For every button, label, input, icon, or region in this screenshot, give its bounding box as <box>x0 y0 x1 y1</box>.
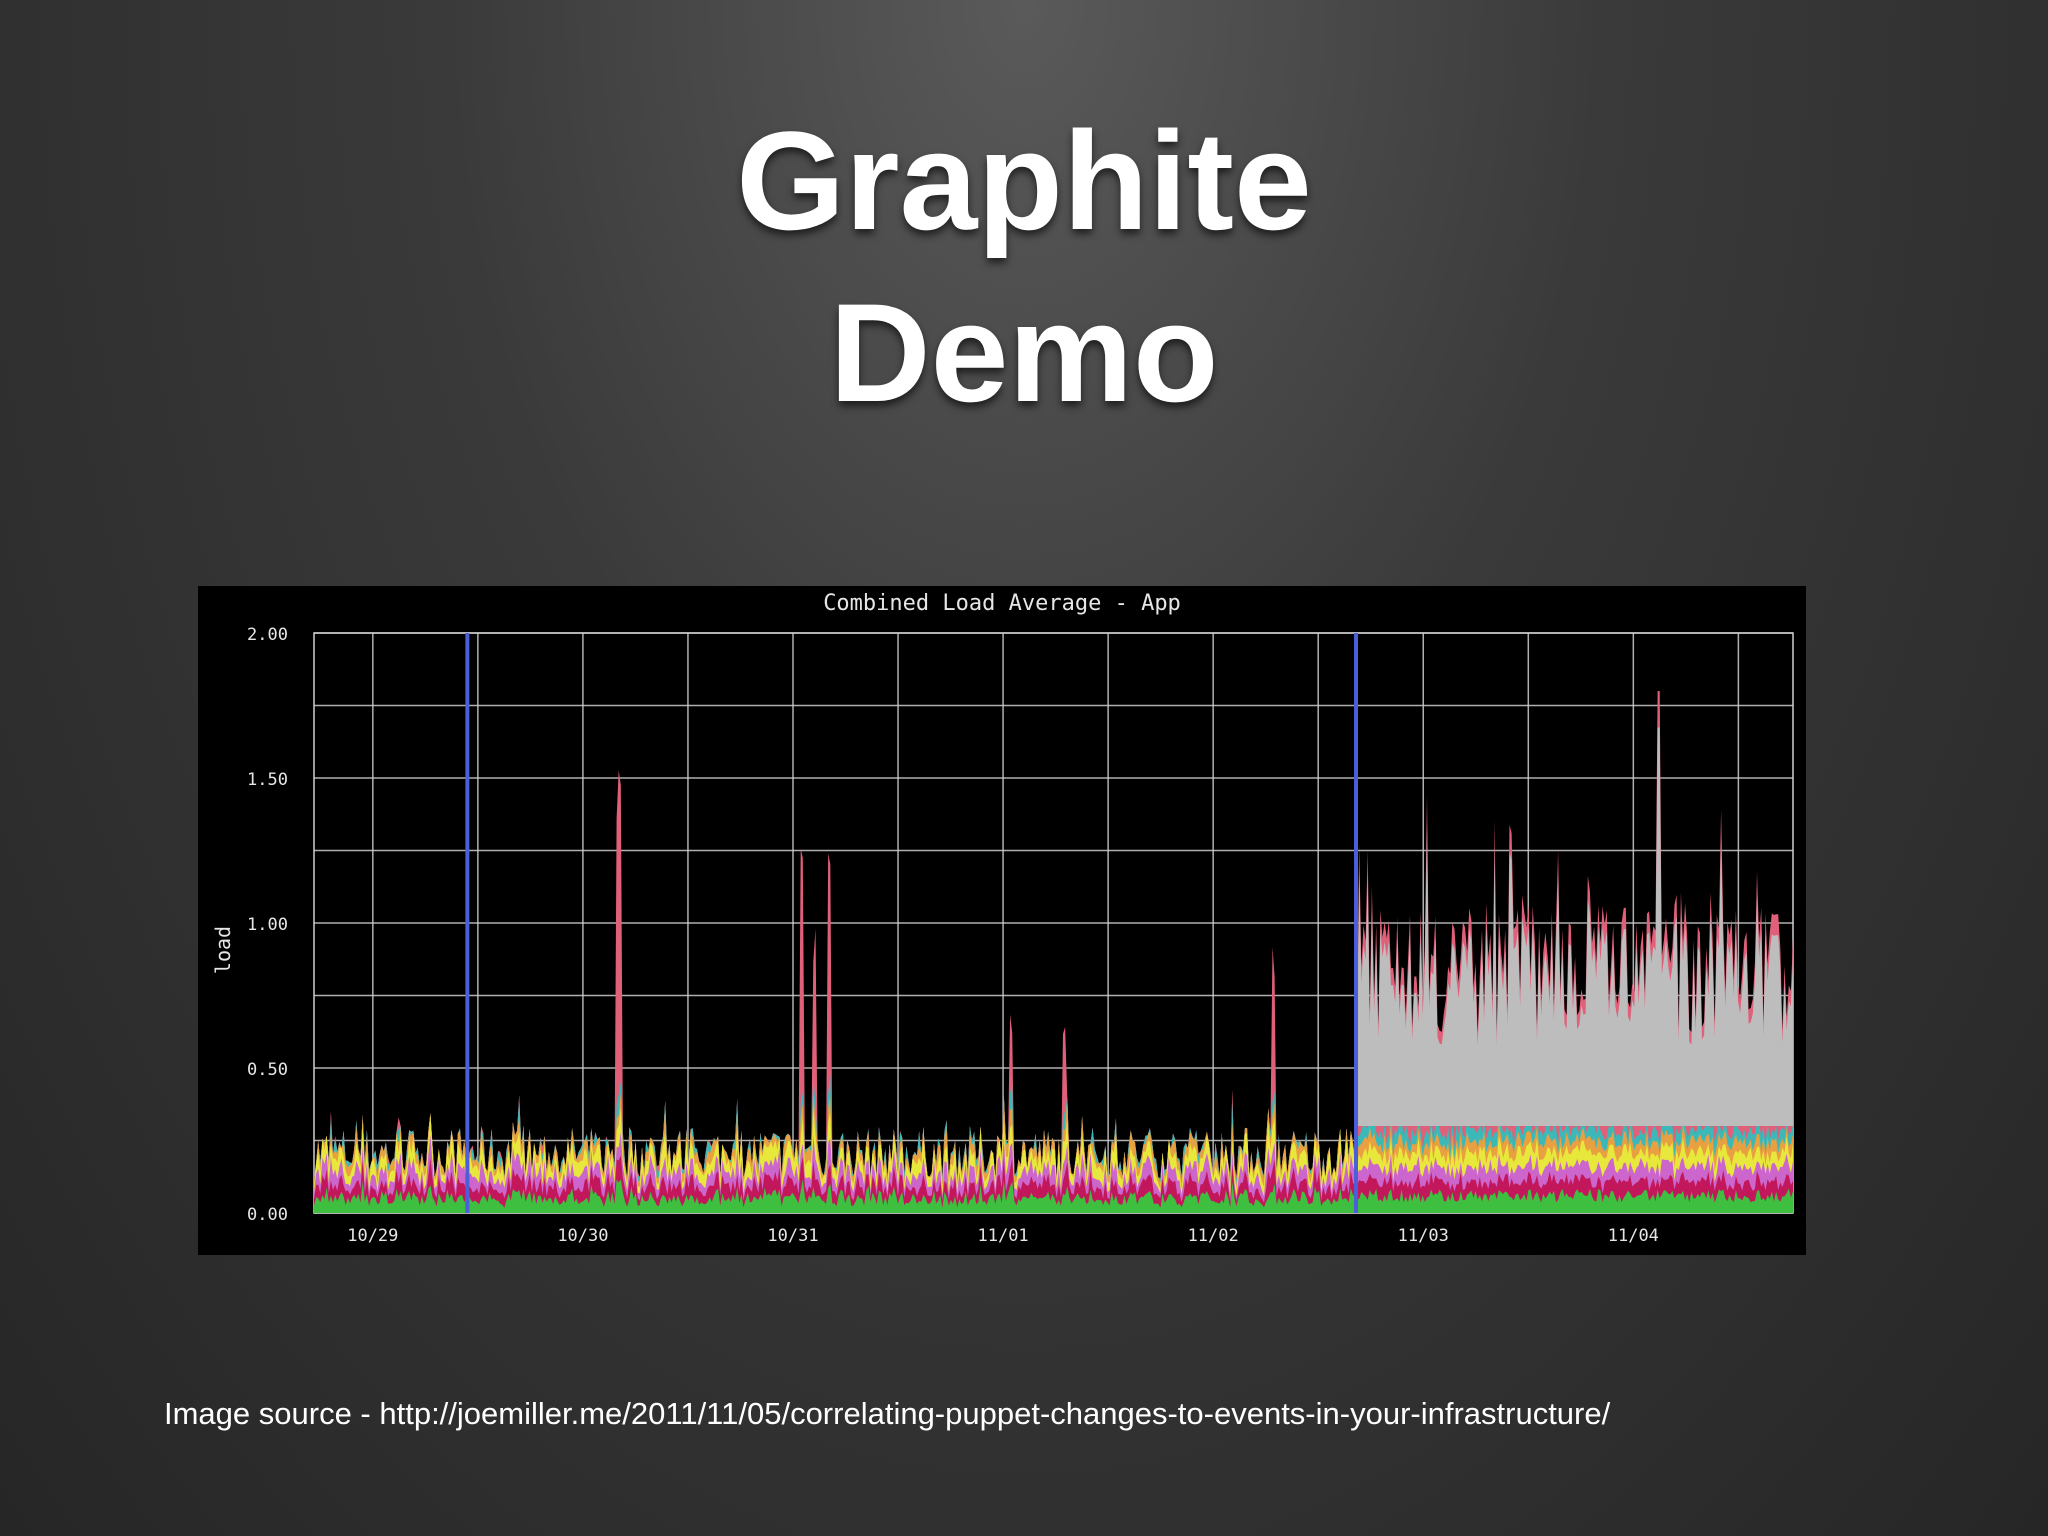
image-source-caption: Image source - http://joemiller.me/2011/… <box>164 1396 1611 1431</box>
load-average-chart: Combined Load Average - App load 0.00 0.5… <box>198 586 1806 1255</box>
y-tick-label: 1.00 <box>247 915 288 935</box>
y-tick-label: 2.00 <box>247 625 288 645</box>
x-tick-label: 11/04 <box>1608 1226 1659 1246</box>
x-tick-label: 10/29 <box>347 1226 398 1246</box>
slide-title-line-2: Demo <box>829 274 1219 431</box>
slide-title: Graphite Demo <box>0 95 2048 439</box>
y-tick-label: 0.50 <box>247 1060 288 1080</box>
x-tick-label: 11/02 <box>1188 1226 1239 1246</box>
slide-title-line-1: Graphite <box>736 102 1312 259</box>
x-tick-label: 10/31 <box>767 1226 818 1246</box>
chart-title: Combined Load Average - App <box>823 591 1181 616</box>
x-tick-label: 11/03 <box>1398 1226 1449 1246</box>
chart-image: Combined Load Average - App load 0.00 0.5… <box>198 586 1806 1255</box>
y-tick-label: 0.00 <box>247 1205 288 1225</box>
y-tick-label: 1.50 <box>247 770 288 790</box>
x-tick-label: 11/01 <box>977 1226 1028 1246</box>
y-axis-label: load <box>211 926 235 974</box>
x-tick-label: 10/30 <box>557 1226 608 1246</box>
